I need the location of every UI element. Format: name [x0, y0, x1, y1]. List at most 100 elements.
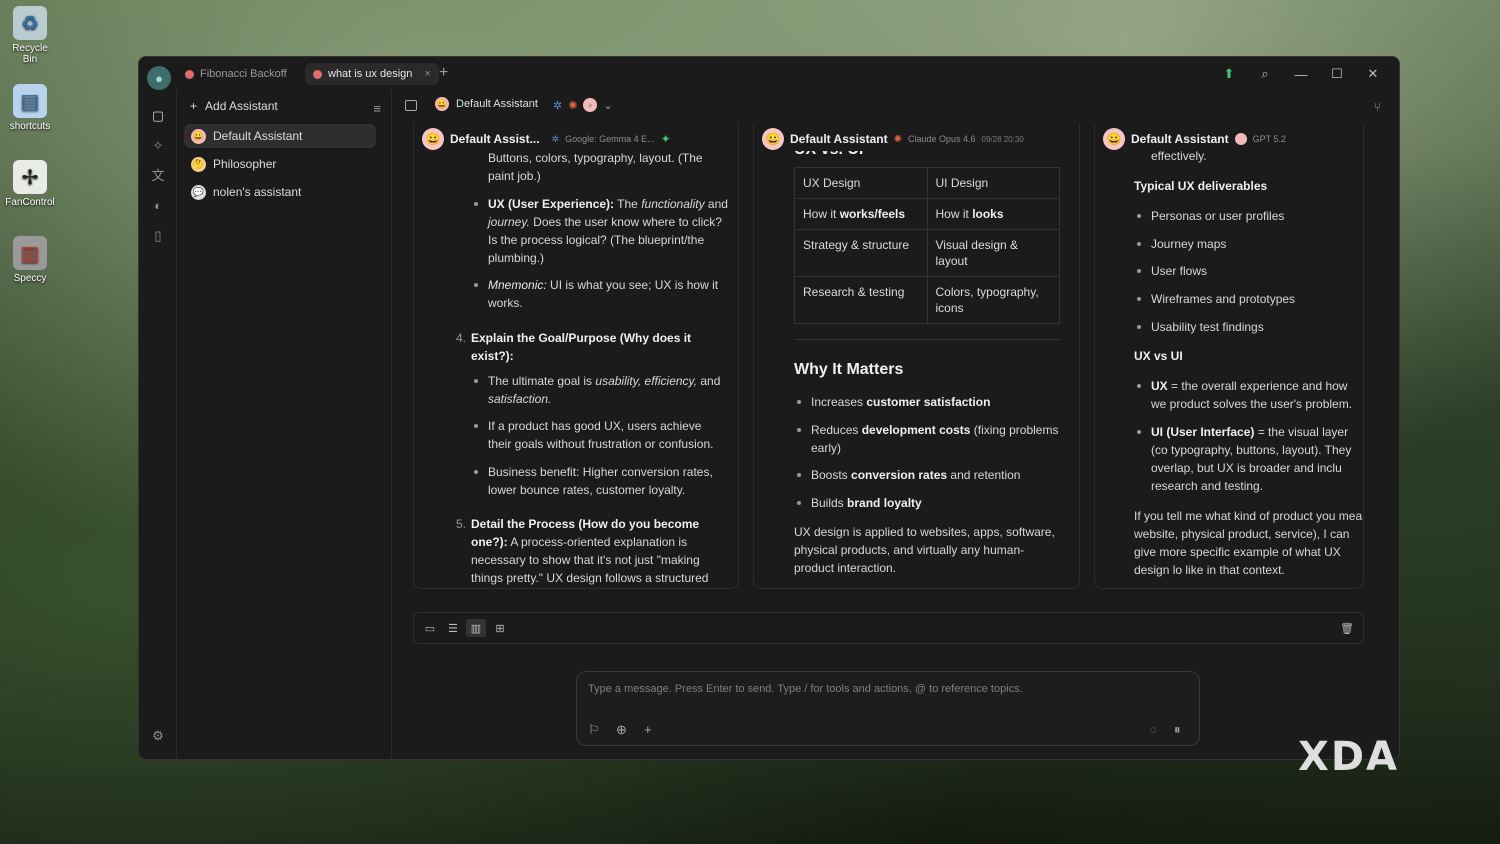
loading-icon: ○ — [1149, 722, 1157, 737]
minimize-button[interactable]: — — [1283, 63, 1319, 85]
tab-what-is-ux-design[interactable]: what is ux design × — [305, 63, 439, 85]
table-row: UX Design UI Design — [794, 167, 1060, 199]
list-item: Personas or user profiles — [1137, 207, 1361, 225]
plus-icon: + — [190, 99, 198, 113]
assistant-item-nolens[interactable]: 💬 nolen's assistant — [184, 180, 376, 204]
add-assistant-button[interactable]: + Add Assistant — [190, 99, 278, 113]
step-4-title: Explain the Goal/Purpose (Why does it ex… — [471, 331, 692, 363]
trash-icon[interactable]: 🗑 — [1337, 619, 1357, 637]
message-body: effectively. Typical UX deliverables Per… — [1095, 123, 1363, 588]
message-input[interactable]: Type a message. Press Enter to send. Typ… — [576, 671, 1200, 746]
header-assistant[interactable]: 😀 Default Assistant — [435, 97, 538, 111]
pause-icon[interactable]: ⏸ — [1174, 722, 1181, 738]
chat-icon[interactable]: ▢ — [149, 107, 167, 125]
assistant-item-philosopher[interactable]: 🤔 Philosopher — [184, 152, 376, 176]
assistant-item-label: nolen's assistant — [213, 185, 302, 199]
desktop-speccy[interactable]: ▥ Speccy — [4, 236, 56, 284]
update-icon[interactable]: ⬆ — [1211, 63, 1247, 85]
layout-columns-icon[interactable]: ▥ — [466, 619, 486, 637]
assistant-avatar: 😀 — [1103, 128, 1125, 150]
window-controls: ⬆ ⌕ — ☐ ✕ — [1211, 63, 1391, 85]
list-number: 4. — [456, 331, 467, 345]
list-item: Wireframes and prototypes — [1137, 290, 1361, 308]
message-timestamp: 09/28 20:30 — [981, 134, 1024, 144]
layout-toolbar: ▭ ☰ ▥ ⊞ 🗑 — [413, 612, 1364, 644]
column-header: 😀 Default Assist... ✲ Google: Gemma 4 E.… — [422, 127, 730, 151]
bullet-why-3: Boosts conversion rates and retention — [797, 466, 1061, 484]
sparkle-icon[interactable]: ✧ — [149, 137, 167, 155]
response-column-claude: UX vs. UI UX Design UI Design How it wor… — [753, 123, 1080, 589]
table-row: Strategy & structure Visual design & lay… — [794, 229, 1060, 277]
desktop-shortcuts[interactable]: ▤ shortcuts — [4, 84, 56, 132]
divider — [794, 339, 1060, 340]
bullet-why-1: Increases customer satisfaction — [797, 393, 1061, 411]
column-header: 😀 Default Assistant ✺ Claude Opus 4.6 09… — [762, 127, 1071, 151]
table-cell: UI Design — [926, 167, 1060, 199]
bullet-why-4: Builds brand loyalty — [797, 494, 1061, 512]
new-topic-icon[interactable]: ⚐ — [588, 722, 600, 738]
layout-rows-icon[interactable]: ☰ — [443, 619, 463, 637]
desktop-recycle-bin[interactable]: ♻ Recycle Bin — [4, 6, 56, 65]
ux-ui-table: UX Design UI Design How it works/feels H… — [794, 167, 1060, 324]
table-cell: How it looks — [926, 198, 1060, 230]
claude-icon: ✺ — [568, 99, 578, 112]
assistant-item-label: Default Assistant — [213, 129, 303, 143]
user-avatar[interactable]: ● — [147, 66, 171, 90]
table-cell: UX Design — [794, 167, 928, 199]
list-number: 5. — [456, 517, 467, 531]
folder-icon[interactable]: ▭ — [420, 619, 440, 637]
bullet-good-ux: If a product has good UX, users achieve … — [474, 417, 728, 453]
table-row: How it works/feels How it looks — [794, 198, 1060, 230]
xda-watermark: XDA — [1298, 734, 1399, 780]
section-title: Why It Matters — [794, 361, 904, 378]
filter-icon[interactable]: ≡ — [373, 101, 381, 116]
new-tab-button[interactable]: + — [439, 64, 448, 82]
layout-grid-icon[interactable]: ⊞ — [490, 619, 510, 637]
section-title: UX vs UI — [1134, 349, 1183, 363]
bullet-ui: UI (User Interface) = the visual layer (… — [1137, 423, 1363, 495]
desktop-fancontrol[interactable]: ✢ FanControl — [4, 160, 56, 208]
table-cell: How it works/feels — [794, 198, 928, 230]
assistant-emoji-icon: 😀 — [435, 97, 449, 111]
palette-icon[interactable]: ◐ — [149, 197, 167, 215]
gemma-icon: ✲ — [551, 133, 560, 144]
assistant-name: Default Assistant — [790, 132, 888, 146]
chevron-down-icon: ⌄ — [603, 99, 613, 112]
globe-icon[interactable]: ⊕ — [616, 722, 627, 738]
folder-icon: ▤ — [13, 84, 47, 118]
assistant-item-default[interactable]: 😀 Default Assistant — [184, 124, 376, 148]
branch-icon[interactable]: ⑂ — [1374, 100, 1381, 114]
app-window: ● Fibonacci Backoff what is ux design × … — [138, 56, 1400, 760]
translate-icon[interactable]: 文 — [149, 167, 167, 185]
sidebar-toggle-icon[interactable] — [405, 100, 417, 111]
search-icon[interactable]: ⌕ — [1247, 63, 1283, 85]
desktop-icon-label: Speccy — [13, 273, 47, 284]
assistant-name: Default Assist... — [450, 132, 540, 146]
close-window-button[interactable]: ✕ — [1355, 63, 1391, 85]
assistant-avatar: 😀 — [422, 128, 444, 150]
para-intro: Buttons, colors, typography, layout. (Th… — [488, 151, 703, 183]
assistant-avatar: 😀 — [762, 128, 784, 150]
bullet-business: Business benefit: Higher conversion rate… — [474, 463, 728, 499]
settings-icon[interactable]: ⚙ — [149, 727, 167, 745]
left-rail: ▢ ✧ 文 ◐ ▯ ⚙ — [139, 89, 177, 759]
tab-assistant-icon — [313, 69, 322, 79]
assistant-emoji-icon: 💬 — [191, 184, 206, 200]
plus-icon[interactable]: + — [644, 722, 652, 737]
response-column-gpt: effectively. Typical UX deliverables Per… — [1094, 123, 1364, 589]
tab-assistant-icon — [185, 69, 194, 79]
maximize-button[interactable]: ☐ — [1319, 63, 1355, 85]
fan-icon: ✢ — [13, 160, 47, 194]
titlebar: ● Fibonacci Backoff what is ux design × … — [139, 57, 1399, 90]
model-selector[interactable]: ✲ ✺ ● ⌄ — [553, 98, 613, 112]
tab-close-icon[interactable]: × — [424, 68, 430, 80]
tab-fibonacci-backoff[interactable]: Fibonacci Backoff — [177, 63, 295, 85]
tab-label: Fibonacci Backoff — [200, 68, 287, 80]
table-row: Research & testing Colors, typography, i… — [794, 276, 1060, 324]
model-name: Google: Gemma 4 E... — [565, 134, 655, 144]
model-name: Claude Opus 4.6 — [907, 134, 976, 144]
files-icon[interactable]: ▯ — [149, 227, 167, 245]
add-assistant-label: Add Assistant — [205, 99, 278, 113]
desktop-icon-label: FanControl — [5, 197, 55, 208]
column-header: 😀 Default Assistant GPT 5.2 — [1103, 127, 1355, 151]
